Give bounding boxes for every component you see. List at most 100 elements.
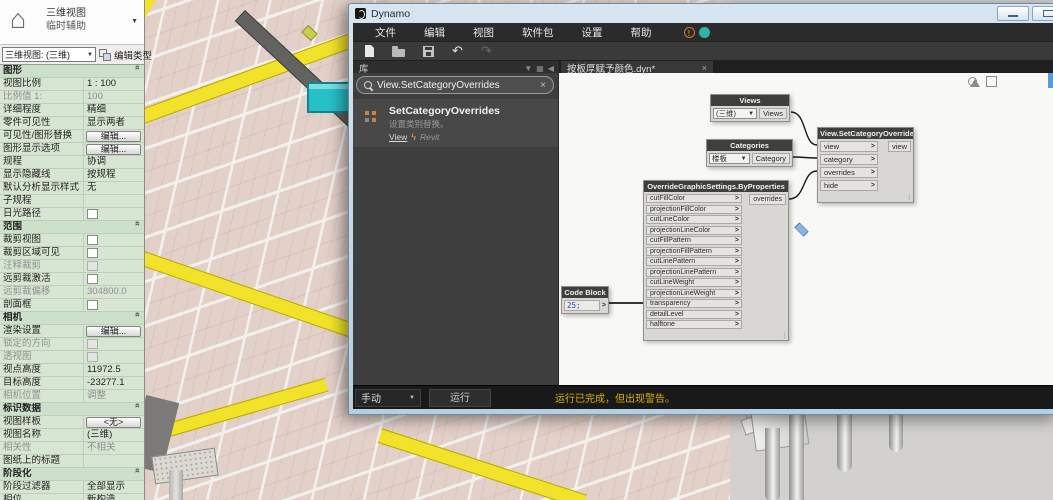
view-output-port[interactable]: view [888,141,911,152]
collapse-icon[interactable] [132,221,144,233]
property-row[interactable]: 相机位置 调整 [0,390,144,403]
property-value[interactable]: -23277.1 [84,377,144,389]
property-row[interactable]: 规程 协调 [0,156,144,169]
code-block-value[interactable]: 25; [564,300,600,311]
node-input-port[interactable]: hide > [820,180,878,191]
property-value[interactable] [87,235,98,245]
port-expand-icon[interactable]: > [735,321,739,328]
property-value[interactable]: 协调 [84,156,144,168]
property-row[interactable]: 视点高度 11972.5 [0,364,144,377]
collapse-icon[interactable] [132,403,144,415]
property-value[interactable]: 调整 [84,390,144,402]
property-row[interactable]: 远剪裁偏移 304800.0 [0,286,144,299]
close-tab-icon[interactable]: × [702,63,707,73]
property-row[interactable]: 相位 新构造 [0,494,144,500]
node-views[interactable]: Views (三维) ▼ Views [710,94,790,122]
property-row[interactable]: 相关性 不相关 [0,442,144,455]
node-input-port[interactable]: cutLineWeight > [646,278,742,287]
property-row[interactable]: 默认分析显示样式 无 [0,182,144,195]
search-result-item[interactable]: SetCategoryOverrides 设置类别替换。 View ϟ Revi… [353,99,558,147]
port-expand-icon[interactable]: > [735,248,739,255]
property-row[interactable]: 日光路径 [0,208,144,221]
views-output-port[interactable]: Views [759,108,787,119]
code-block-output-port[interactable]: > [602,302,606,309]
search-input[interactable] [377,80,535,91]
port-expand-icon[interactable]: > [735,269,739,276]
property-row[interactable]: 详细程度 精细 [0,104,144,117]
property-row[interactable]: 比例值 1: 100 [0,91,144,104]
node-input-port[interactable]: category > [820,154,878,165]
property-row[interactable]: 可见性/图形替换 编辑... [0,130,144,143]
edit-type-button[interactable]: 编辑类型 [114,48,152,62]
collapse-icon[interactable] [132,65,144,77]
property-row[interactable]: 标识数据 [0,403,144,416]
node-input-port[interactable]: cutLineColor > [646,215,742,224]
filter-icon[interactable]: ▼ [524,64,532,73]
node-title[interactable]: Categories [707,140,792,151]
category-output-port[interactable]: Category [752,153,790,164]
new-file-icon[interactable] [365,45,374,57]
property-value[interactable]: 编辑... [86,131,141,142]
property-value[interactable]: 100 [84,91,144,103]
node-input-port[interactable]: projectionFillPattern > [646,247,742,256]
property-row[interactable]: 剖面框 [0,299,144,312]
node-title[interactable]: Code Block [562,287,608,298]
node-input-port[interactable]: view > [820,141,878,152]
property-value[interactable] [87,300,98,310]
menu-item[interactable]: 软件包 [508,25,568,40]
node-input-port[interactable]: cutFillColor > [646,194,742,203]
property-row[interactable]: 阶段过滤器 全部显示 [0,481,144,494]
port-expand-icon[interactable]: > [735,290,739,297]
property-row[interactable]: 子规程 [0,195,144,208]
node-code-block[interactable]: Code Block 25; > [561,286,609,314]
property-value[interactable]: 1 : 100 [84,78,144,90]
clear-search-icon[interactable]: × [540,80,546,91]
property-row[interactable]: 零件可见性 显示两者 [0,117,144,130]
property-row[interactable]: 裁剪区域可见 [0,247,144,260]
property-value[interactable]: 全部显示 [84,481,144,493]
result-category-link[interactable]: View [389,132,407,142]
property-row[interactable]: 图纸上的标题 [0,455,144,468]
run-mode-select[interactable]: 手动 ▼ [355,389,421,407]
property-value[interactable]: 按规程 [84,169,144,181]
resize-grip-icon[interactable]: ┆ [782,333,786,340]
port-expand-icon[interactable]: > [735,279,739,286]
port-expand-icon[interactable]: > [871,156,875,163]
property-value[interactable]: <无> [86,417,141,428]
collapse-icon[interactable] [132,468,144,480]
property-value[interactable]: 精细 [84,104,144,116]
property-value[interactable]: 304800.0 [84,286,144,298]
property-row[interactable]: 图形 [0,65,144,78]
port-expand-icon[interactable]: > [735,258,739,265]
port-expand-icon[interactable]: > [735,227,739,234]
overrides-output-port[interactable]: overrides [749,194,786,205]
property-row[interactable]: 视图名称 (三维) [0,429,144,442]
port-expand-icon[interactable]: > [871,182,875,189]
port-expand-icon[interactable]: > [735,300,739,307]
property-value[interactable] [87,261,98,271]
menu-item[interactable]: 帮助 [617,25,666,40]
node-title[interactable]: OverrideGraphicSettings.ByProperties [644,181,788,192]
redo-icon[interactable] [481,42,492,60]
menu-item[interactable]: 编辑 [410,25,459,40]
port-expand-icon[interactable]: > [735,216,739,223]
property-value[interactable] [87,248,98,258]
property-value[interactable] [87,209,98,219]
geometry-view-icon[interactable] [968,75,980,87]
property-row[interactable]: 注释裁剪 [0,260,144,273]
property-row[interactable]: 远剪裁激活 [0,273,144,286]
chevron-down-icon[interactable] [131,18,138,25]
node-input-port[interactable]: transparency > [646,299,742,308]
property-row[interactable]: 视图样板 <无> [0,416,144,429]
node-input-port[interactable]: halftone > [646,320,742,329]
save-icon[interactable] [423,46,434,57]
property-value[interactable] [87,352,98,362]
property-row[interactable]: 视图比例 1 : 100 [0,78,144,91]
menu-item[interactable]: 设置 [568,25,617,40]
property-value[interactable]: 编辑... [86,144,141,155]
property-row[interactable]: 裁剪视图 [0,234,144,247]
port-expand-icon[interactable]: > [735,237,739,244]
node-title[interactable]: Views [711,95,789,106]
property-row[interactable]: 渲染设置 编辑... [0,325,144,338]
node-input-port[interactable]: projectionFillColor > [646,205,742,214]
